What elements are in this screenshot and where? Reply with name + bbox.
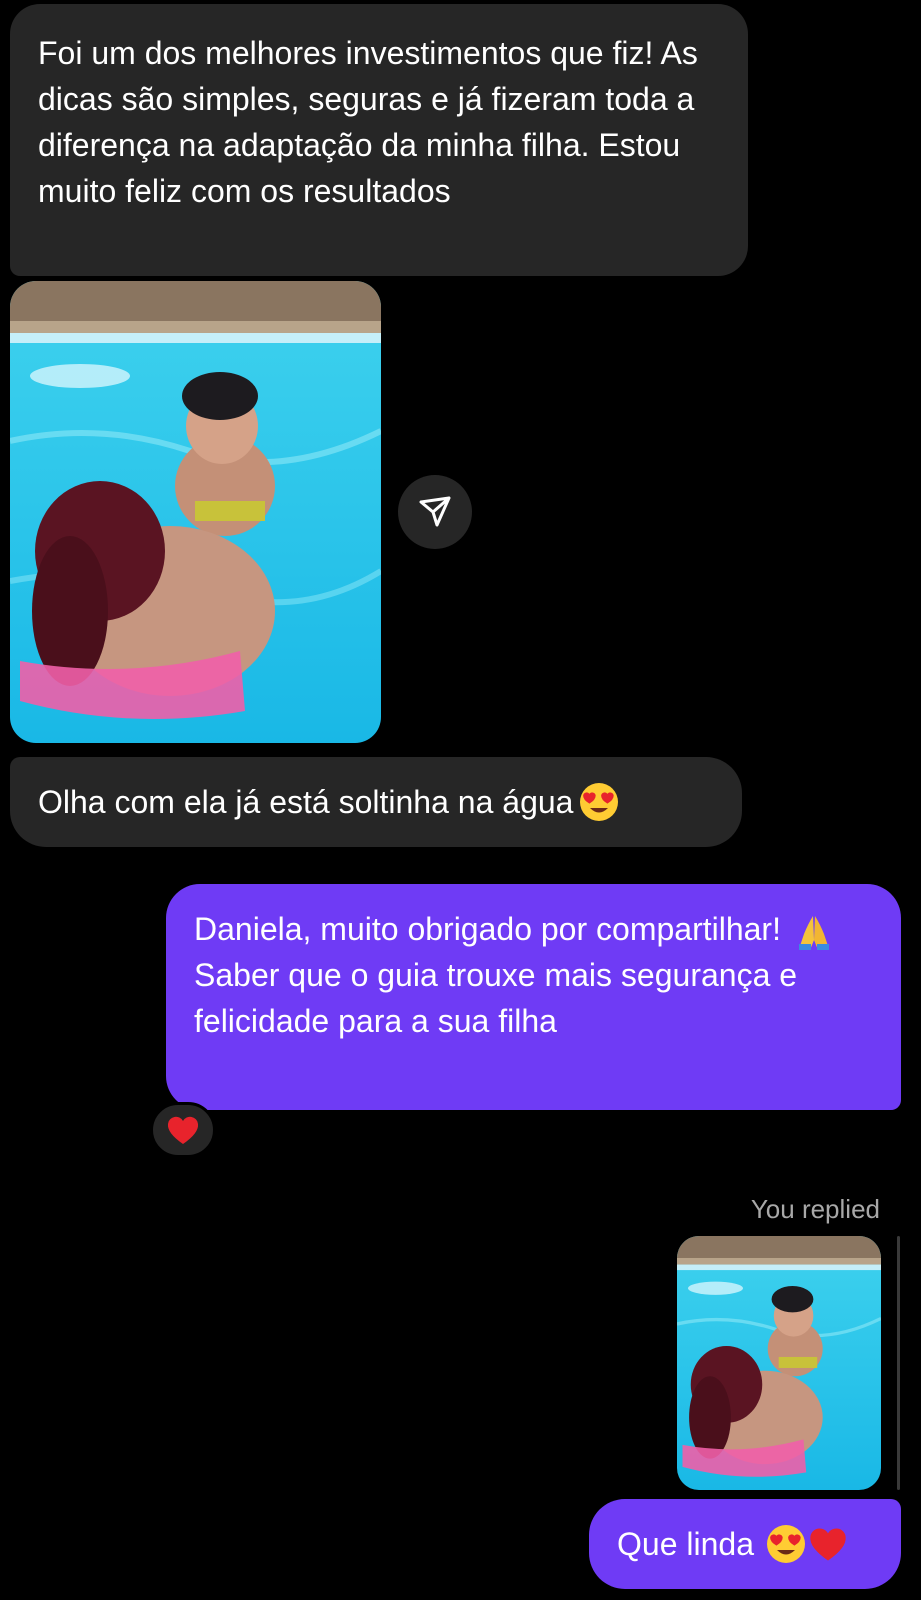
folded-hands-emoji xyxy=(796,912,832,952)
sent-message-bubble[interactable]: Que linda xyxy=(589,1499,901,1589)
message-text: Que linda xyxy=(617,1526,754,1562)
pool-photo-image xyxy=(10,281,381,743)
heart-eyes-emoji xyxy=(579,782,619,822)
reply-context-label: You replied xyxy=(750,1194,880,1224)
received-message-bubble[interactable]: Foi um dos melhores investimentos que fi… xyxy=(10,4,748,276)
message-reaction[interactable] xyxy=(150,1102,216,1158)
replied-photo-thumbnail[interactable] xyxy=(677,1236,881,1490)
received-message-bubble[interactable]: Olha com ela já está soltinha na água xyxy=(10,757,742,847)
message-text: Foi um dos melhores investimentos que fi… xyxy=(38,35,698,209)
paper-plane-icon xyxy=(419,496,451,527)
red-heart-emoji xyxy=(166,1115,200,1145)
red-heart-emoji xyxy=(808,1526,848,1562)
pool-photo-image xyxy=(677,1236,881,1490)
message-text: Olha com ela já está soltinha na água xyxy=(38,784,574,820)
message-text-part: Saber que o guia trouxe mais segurança e… xyxy=(194,957,798,1039)
received-photo[interactable] xyxy=(10,281,381,743)
message-text-part: Daniela, muito obrigado por compartilhar… xyxy=(194,911,781,947)
heart-eyes-emoji xyxy=(766,1524,806,1564)
sent-message-bubble[interactable]: Daniela, muito obrigado por compartilhar… xyxy=(166,884,901,1110)
reply-indicator-bar xyxy=(897,1236,900,1490)
share-button[interactable] xyxy=(398,475,472,549)
